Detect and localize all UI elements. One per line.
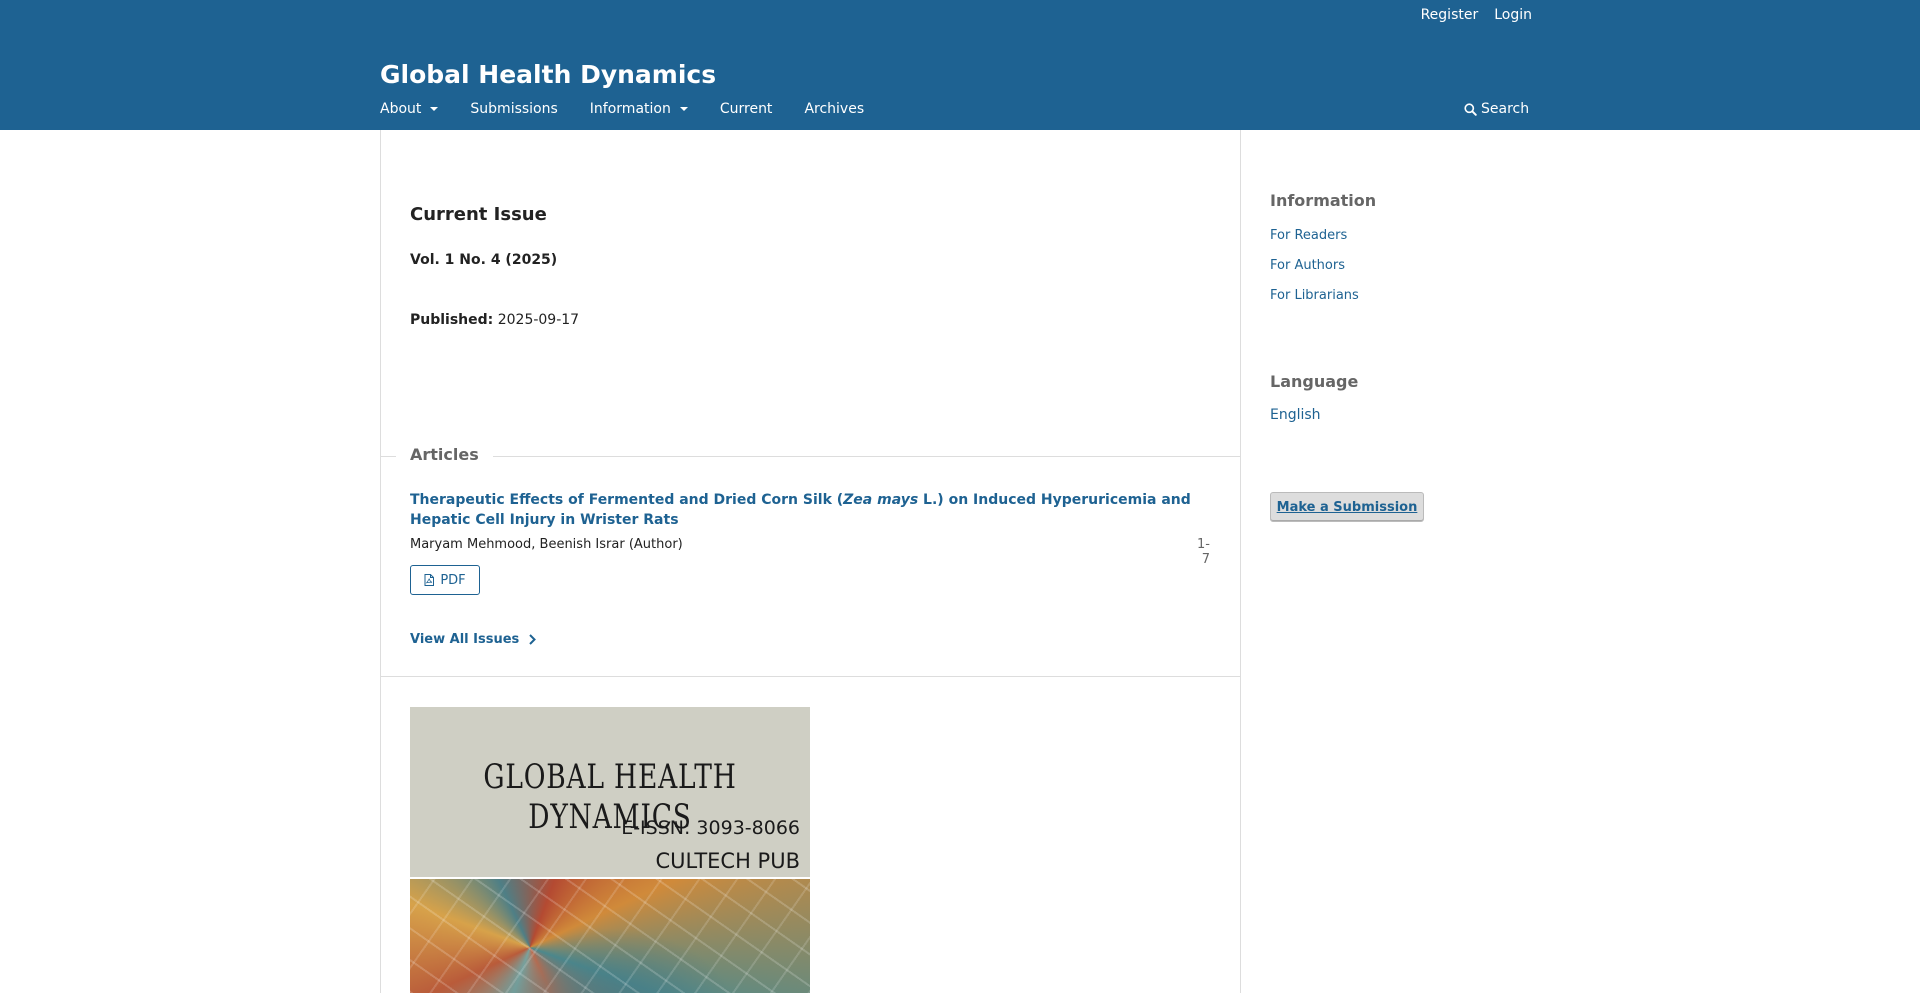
make-submission-button[interactable]: Make a Submission [1270, 492, 1424, 522]
site-header: Register Login Global Health Dynamics Ab… [0, 0, 1920, 130]
main-content: Current Issue Vol. 1 No. 4 (2025) Publis… [380, 130, 1241, 993]
article-authors: Maryam Mehmood, Beenish Israr (Author) [410, 537, 683, 552]
site-title[interactable]: Global Health Dynamics [380, 60, 716, 90]
nav-information-label: Information [589, 101, 671, 117]
nav-current-label: Current [719, 101, 773, 117]
issue-identification: Vol. 1 No. 4 (2025) [410, 252, 558, 268]
nav-about[interactable]: About [380, 100, 439, 118]
section-divider [381, 456, 1240, 457]
sidebar-language-heading: Language [1270, 372, 1359, 391]
nav-archives[interactable]: Archives [804, 100, 864, 118]
article-title-part: Therapeutic Effects of Fermented and Dri… [410, 492, 844, 508]
user-nav: Register Login [1413, 7, 1540, 23]
file-pdf-icon [424, 574, 435, 586]
sidebar-information-heading: Information [1270, 191, 1377, 210]
cover-issn: E-ISSN: 3093-8066 [621, 817, 800, 839]
chevron-right-icon [529, 634, 537, 645]
section-divider [381, 676, 1240, 677]
published-info: Published: 2025-09-17 [410, 312, 579, 328]
language-english-link[interactable]: English [1270, 407, 1321, 423]
article-title-species: Zea mays [843, 492, 919, 508]
published-label: Published: [410, 312, 494, 328]
section-heading-articles: Articles [396, 445, 493, 465]
view-all-label: View All Issues [410, 632, 520, 647]
cover-artwork [410, 879, 810, 993]
pdf-galley-button[interactable]: PDF [410, 565, 480, 595]
published-date: 2025-09-17 [497, 312, 580, 328]
nav-about-label: About [380, 101, 422, 117]
cover-header: GLOBAL HEALTH DYNAMICS E-ISSN: 3093-8066… [410, 707, 810, 877]
nav-current[interactable]: Current [720, 100, 773, 118]
pdf-label: PDF [440, 572, 466, 588]
search-label: Search [1481, 101, 1530, 117]
login-link[interactable]: Login [1486, 7, 1540, 23]
sidebar-link-for-readers[interactable]: For Readers [1270, 228, 1347, 244]
primary-nav: About Submissions Information Current Ar… [380, 100, 896, 118]
sidebar-link-for-librarians[interactable]: For Librarians [1270, 288, 1359, 304]
nav-archives-label: Archives [804, 101, 865, 117]
sidebar-link-for-authors[interactable]: For Authors [1270, 258, 1345, 274]
nav-submissions[interactable]: Submissions [470, 100, 557, 118]
caret-down-icon [430, 107, 439, 111]
article-pages: 1-7 [1197, 537, 1210, 567]
view-all-issues-link[interactable]: View All Issues [410, 632, 537, 647]
search-icon [1464, 102, 1477, 116]
cover-publisher: CULTECH PUB [655, 849, 800, 873]
register-link[interactable]: Register [1413, 7, 1487, 23]
nav-information[interactable]: Information [590, 100, 688, 118]
article-title-link[interactable]: Therapeutic Effects of Fermented and Dri… [410, 490, 1210, 530]
issue-cover-image[interactable]: GLOBAL HEALTH DYNAMICS E-ISSN: 3093-8066… [410, 707, 810, 993]
caret-down-icon [679, 107, 688, 111]
nav-submissions-label: Submissions [470, 101, 558, 117]
page-title: Current Issue [410, 204, 547, 225]
search-link[interactable]: Search [1464, 100, 1529, 118]
